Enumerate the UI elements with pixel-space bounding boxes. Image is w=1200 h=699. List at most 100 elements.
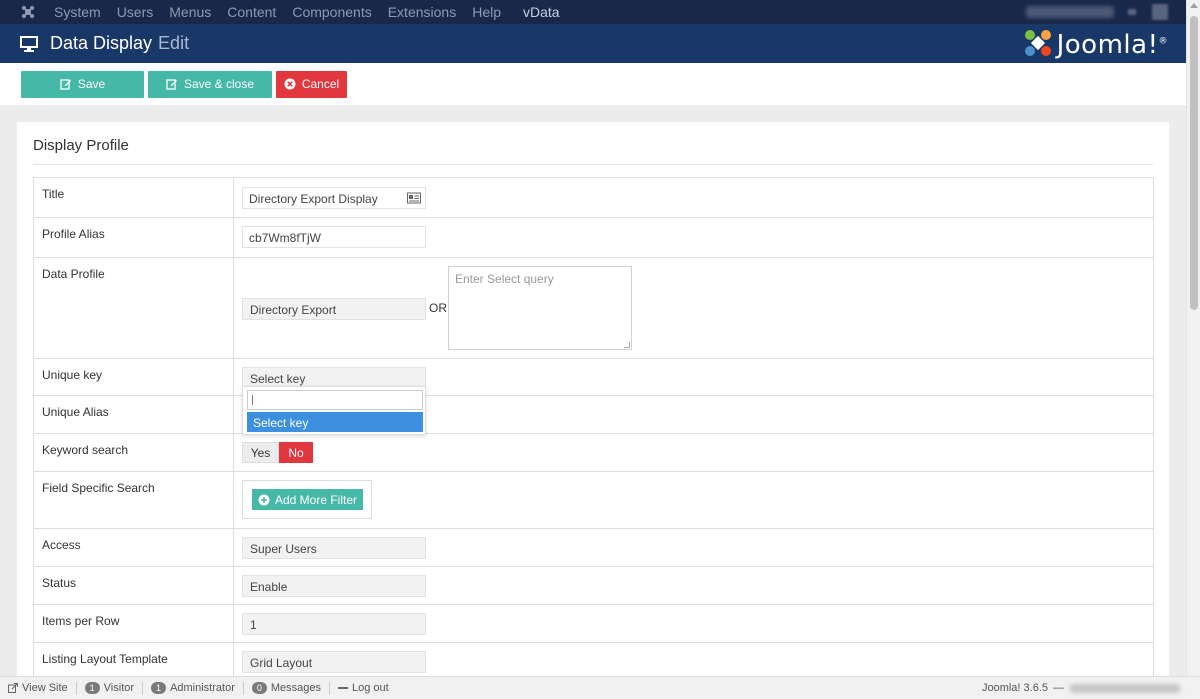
id-card-icon [407,192,421,204]
user-menu[interactable] [1026,6,1114,18]
text-cursor [252,395,253,405]
menu-help[interactable]: Help [472,4,501,20]
scroll-up-icon[interactable] [1190,3,1198,8]
monitor-icon [20,35,38,52]
brand-mark: ® [1158,35,1168,46]
menu-vdata[interactable]: vData [523,4,560,20]
data-profile-field-cell: Directory Export OR Enter Select query [234,258,1153,358]
messages-link[interactable]: 0 Messages [244,681,331,695]
keyword-label: Keyword search [34,434,234,471]
keyword-toggle: Yes No [242,442,313,463]
menu-system[interactable]: System [54,4,101,20]
status-bar: View Site 1 Visitor 1 Administrator 0 Me… [0,676,1200,699]
cancel-circle-icon [284,78,296,90]
dropdown-search-input[interactable] [247,390,423,410]
items-per-row-cell: 1 [234,605,1153,642]
joomla-icon[interactable] [20,4,36,20]
layout-template-label: Listing Layout Template [34,643,234,680]
view-site-link[interactable]: View Site [0,681,77,695]
copyright-text [1070,683,1180,693]
visitor-count[interactable]: 1 Visitor [77,681,144,695]
form-row-unique-key: Unique key Select key [34,359,1153,396]
items-per-row-label: Items per Row [34,605,234,642]
page-title-text: Data Display [50,33,153,53]
add-filter-label: Add More Filter [274,492,358,507]
form-row-keyword: Keyword search Yes No [34,434,1153,472]
form-row-items-per-row: Items per Row 1 [34,605,1153,643]
field-search-label: Field Specific Search [34,472,234,528]
dropdown-option-select-key[interactable]: Select key [247,412,423,432]
brand-name-text: Joomla! [1056,29,1159,60]
menu-components[interactable]: Components [292,4,371,20]
unique-key-label: Unique key [34,359,234,395]
field-search-cell: Add More Filter [234,472,1153,528]
data-profile-label: Data Profile [34,258,234,358]
save-close-button-label: Save & close [183,77,255,91]
access-select[interactable]: Super Users [242,537,426,559]
query-placeholder: Enter Select query [455,272,554,286]
menu-menus[interactable]: Menus [169,4,211,20]
add-filter-button[interactable]: Add More Filter [252,489,363,510]
cancel-button[interactable]: Cancel [276,70,347,98]
logout-link[interactable]: Log out [330,682,397,695]
messages-badge: 0 [251,682,267,694]
access-label: Access [34,529,234,566]
title-label: Title [34,178,234,217]
menu-content[interactable]: Content [227,4,276,20]
menu-users[interactable]: Users [117,4,154,20]
page-title: Data Display Edit [50,33,189,54]
title-input[interactable]: Directory Export Display [242,187,426,209]
save-button[interactable]: Save [21,70,144,98]
cancel-button-label: Cancel [301,77,340,91]
form-row-status: Status Enable [34,567,1153,605]
form-row-field-search: Field Specific Search Add More Filter [34,472,1153,529]
page-header: Data Display Edit Joomla!® [0,24,1186,63]
joomla-brand: Joomla!® [1023,28,1168,61]
layout-template-select[interactable]: Grid Layout [242,651,426,673]
brand-name: Joomla!® [1057,30,1168,60]
display-profile-card: Display Profile Title Directory Export D… [17,122,1169,682]
save-close-button[interactable]: Save & close [148,70,272,98]
alias-input[interactable]: cb7Wm8fTjW [242,226,426,248]
version-info: Joomla! 3.6.5 — [982,682,1180,694]
plus-circle-icon [258,494,270,506]
visitor-label: Visitor [103,682,135,694]
version-separator: — [1053,682,1064,694]
status-field-cell: Enable [234,567,1153,604]
chevron-down-icon[interactable] [1128,9,1136,15]
resize-grip-icon[interactable] [624,342,630,348]
profile-form: Title Directory Export Display Profile A… [33,177,1154,681]
unique-key-dropdown: Select key [242,386,426,435]
alias-label: Profile Alias [34,218,234,257]
page-scrollbar[interactable] [1186,0,1200,676]
status-select[interactable]: Enable [242,575,426,597]
page-subtitle: Edit [158,33,190,53]
title-field-cell: Directory Export Display [234,178,1153,217]
action-toolbar: Save Save & close Cancel [0,63,1186,105]
select-query-textarea[interactable]: Enter Select query [448,266,632,350]
alias-field-cell: cb7Wm8fTjW [234,218,1153,257]
form-row-title: Title Directory Export Display [34,178,1153,218]
admin-badge: 1 [151,682,167,694]
edit-icon [166,78,178,90]
messages-label: Messages [270,682,322,694]
menu-extensions[interactable]: Extensions [388,4,456,20]
edit-icon [60,78,72,90]
logout-label: Log out [352,682,389,694]
layout-template-cell: Grid Layout [234,643,1153,680]
section-title: Display Profile [33,137,129,154]
data-profile-select[interactable]: Directory Export [242,298,426,320]
keyword-no-option[interactable]: No [279,442,313,463]
unique-alias-label: Unique Alias [34,396,234,433]
visitor-badge: 1 [84,682,100,694]
view-site-label: View Site [22,682,68,694]
scrollbar-thumb[interactable] [1190,16,1198,310]
keyword-yes-option[interactable]: Yes [242,442,279,463]
items-per-row-input[interactable]: 1 [242,613,426,635]
section-divider [33,164,1153,165]
form-row-unique-alias: Unique Alias [34,396,1153,434]
admin-count[interactable]: 1 Administrator [143,681,244,695]
save-button-label: Save [77,77,106,91]
form-row-alias: Profile Alias cb7Wm8fTjW [34,218,1153,258]
preview-icon[interactable] [1152,4,1168,20]
